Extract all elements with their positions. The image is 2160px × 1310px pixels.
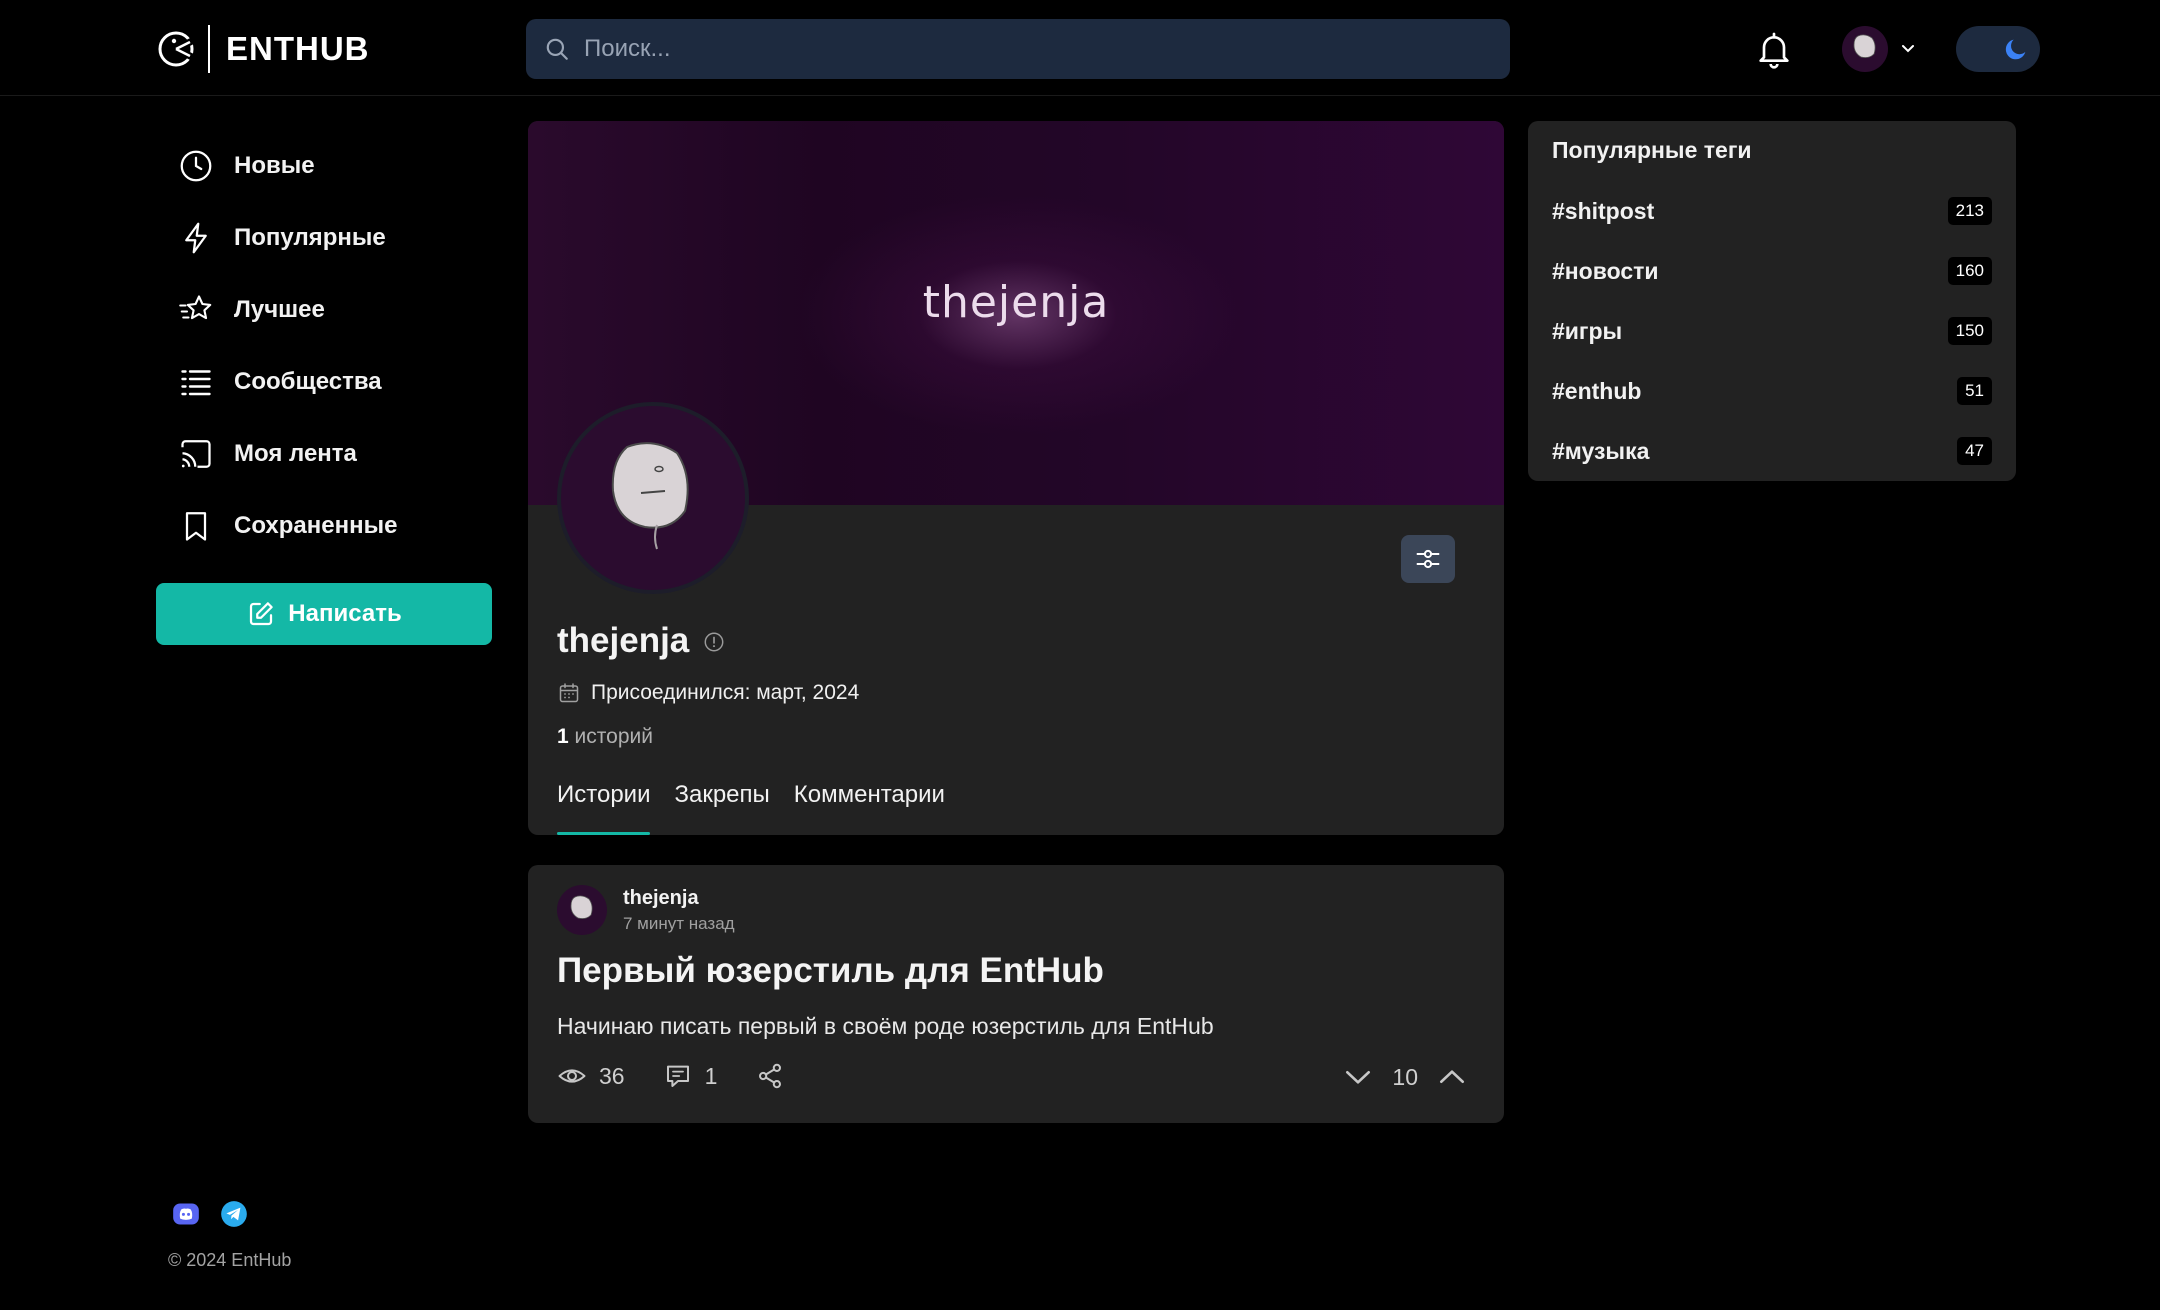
search-input[interactable] xyxy=(584,19,1510,79)
tag-item[interactable]: #игры 150 xyxy=(1552,301,1992,361)
tag-name: #enthub xyxy=(1552,377,1642,404)
write-button[interactable]: Написать xyxy=(156,583,492,645)
sidebar-item-label: Моя лента xyxy=(234,440,357,467)
write-button-label: Написать xyxy=(288,600,402,627)
views-count: 36 xyxy=(599,1062,625,1089)
discord-icon[interactable] xyxy=(172,1200,200,1228)
tag-item[interactable]: #музыка 47 xyxy=(1552,421,1992,481)
tag-name: #shitpost xyxy=(1552,197,1655,224)
moon-icon xyxy=(2005,39,2026,60)
info-icon[interactable] xyxy=(703,631,725,653)
post-title[interactable]: Первый юзерстиль для EntHub xyxy=(557,951,1104,991)
sidebar-item-communities[interactable]: Сообщества xyxy=(178,346,508,418)
logo-divider xyxy=(208,25,210,73)
face-avatar-icon xyxy=(1853,34,1876,58)
list-icon xyxy=(181,370,211,396)
tab-pinned[interactable]: Закрепы xyxy=(674,781,769,835)
tab-stories[interactable]: Истории xyxy=(557,781,651,835)
bookmark-icon xyxy=(185,512,207,541)
sidebar-item-new[interactable]: Новые xyxy=(178,130,508,202)
post-timestamp: 7 минут назад xyxy=(623,913,735,933)
tag-count-badge: 213 xyxy=(1947,197,1992,225)
popular-tags-title: Популярные теги xyxy=(1552,137,1752,163)
tag-name: #новости xyxy=(1552,257,1659,284)
tag-count-badge: 150 xyxy=(1947,317,1992,345)
post-username: thejenja xyxy=(623,886,699,909)
vote-controls: 10 xyxy=(1342,1061,1468,1093)
telegram-icon[interactable] xyxy=(220,1200,248,1228)
clock-icon xyxy=(180,150,212,182)
sidebar-item-label: Новые xyxy=(234,152,315,179)
search-icon xyxy=(546,38,568,60)
sidebar-item-label: Сохраненные xyxy=(234,512,398,539)
profile-tabs: Истории Закрепы Комментарии xyxy=(557,781,945,835)
enthub-logo-icon xyxy=(158,31,194,67)
tab-comments[interactable]: Комментарии xyxy=(794,781,945,835)
sliders-icon xyxy=(1416,549,1440,569)
sidebar-item-my-feed[interactable]: Моя лента xyxy=(178,418,508,490)
rating-value: 10 xyxy=(1392,1063,1418,1090)
copyright: © 2024 EntHub xyxy=(168,1250,292,1270)
lightning-icon xyxy=(185,222,207,254)
downvote-chevron-down-icon[interactable] xyxy=(1342,1061,1374,1093)
share-icon xyxy=(759,1063,782,1089)
sidebar-item-label: Лучшее xyxy=(234,296,325,323)
avatar xyxy=(1842,26,1888,72)
stories-count: 1 историй xyxy=(557,725,653,749)
popular-tags-panel: Популярные теги #shitpost 213 #новости 1… xyxy=(1528,121,2016,481)
banner-title: thejenja xyxy=(922,277,1110,328)
share-button[interactable] xyxy=(755,1061,785,1091)
profile-name-row: thejenja xyxy=(557,621,725,661)
stories-label: историй xyxy=(574,725,653,748)
tag-item[interactable]: #новости 160 xyxy=(1552,241,1992,301)
search-bar[interactable] xyxy=(526,19,1510,79)
sidebar-nav: Новые Популярные Лучшее Сообщества Моя л… xyxy=(178,130,508,562)
top-bar: ENTHUB xyxy=(0,0,2160,96)
brand-name: ENTHUB xyxy=(226,30,370,67)
sidebar-item-saved[interactable]: Сохраненные xyxy=(178,490,508,562)
post-card: thejenja 7 минут назад Первый юзерстиль … xyxy=(528,865,1504,1123)
comment-icon xyxy=(666,1065,689,1087)
face-avatar-icon xyxy=(611,442,689,550)
tag-item[interactable]: #enthub 51 xyxy=(1552,361,1992,421)
views-stat: 36 xyxy=(557,1061,625,1091)
calendar-icon xyxy=(559,683,579,703)
user-menu[interactable] xyxy=(1842,24,1918,74)
theme-toggle[interactable] xyxy=(1956,26,2040,72)
post-excerpt: Начинаю писать первый в своём роде юзерс… xyxy=(557,1013,1214,1039)
tag-count-badge: 47 xyxy=(1957,437,1992,465)
logo[interactable]: ENTHUB xyxy=(156,24,370,74)
joined-info: Присоединился: март, 2024 xyxy=(557,681,859,705)
post-meta: thejenja 7 минут назад xyxy=(623,887,735,934)
profile-avatar xyxy=(557,402,749,594)
avatar xyxy=(557,885,607,935)
cast-icon xyxy=(181,440,211,468)
post-author[interactable]: thejenja 7 минут назад xyxy=(557,885,735,935)
stories-number: 1 xyxy=(557,725,569,748)
post-stats: 36 1 xyxy=(557,1061,823,1091)
sidebar-item-best[interactable]: Лучшее xyxy=(178,274,508,346)
sidebar-item-label: Популярные xyxy=(234,224,386,251)
edit-icon xyxy=(250,602,274,626)
profile-username: thejenja xyxy=(557,621,690,660)
comments-count: 1 xyxy=(704,1062,718,1089)
upvote-chevron-up-icon[interactable] xyxy=(1436,1061,1468,1093)
chevron-down-icon xyxy=(1902,45,1914,53)
social-links xyxy=(172,1200,248,1228)
sidebar-item-label: Сообщества xyxy=(234,368,382,395)
star-icon xyxy=(179,295,212,320)
notifications-bell-icon[interactable] xyxy=(1754,28,1794,70)
tag-name: #игры xyxy=(1552,317,1623,344)
profile-settings-button[interactable] xyxy=(1401,535,1455,583)
eye-icon xyxy=(558,1069,586,1083)
sidebar-item-popular[interactable]: Популярные xyxy=(178,202,508,274)
comments-button[interactable]: 1 xyxy=(663,1061,718,1091)
joined-date: Присоединился: март, 2024 xyxy=(591,681,860,704)
profile-card: thejenja thejenja Присоединился: март, 2… xyxy=(528,121,1504,835)
tag-count-badge: 160 xyxy=(1947,257,1992,285)
tag-item[interactable]: #shitpost 213 xyxy=(1552,181,1992,241)
tag-name: #музыка xyxy=(1552,437,1650,464)
face-avatar-icon xyxy=(570,895,593,919)
tag-count-badge: 51 xyxy=(1957,377,1992,405)
